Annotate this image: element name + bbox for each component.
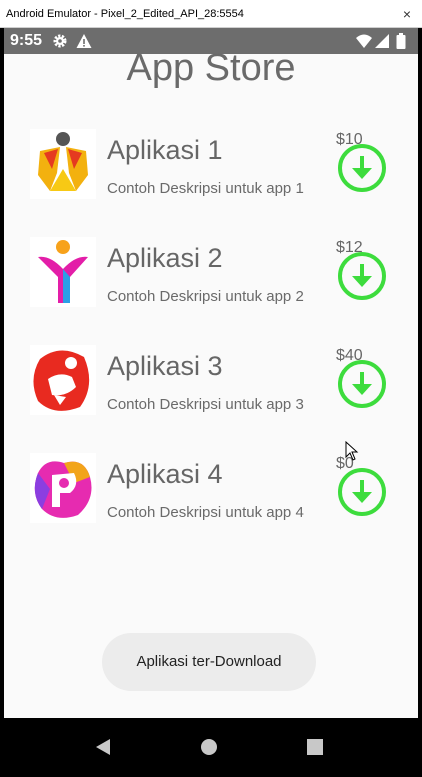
toast-message: Aplikasi ter-Download xyxy=(102,633,316,691)
app-description: Contoh Deskripsi untuk app 4 xyxy=(107,504,304,521)
download-button[interactable] xyxy=(337,251,387,301)
app-name: Aplikasi 2 xyxy=(107,243,223,273)
home-icon[interactable] xyxy=(200,738,218,756)
list-item[interactable]: Aplikasi 4 Contoh Deskripsi untuk app 4 … xyxy=(4,453,418,553)
recents-icon[interactable] xyxy=(306,738,324,756)
app-name: Aplikasi 3 xyxy=(107,351,223,381)
list-item[interactable]: Aplikasi 3 Contoh Deskripsi untuk app 3 … xyxy=(4,345,418,445)
download-icon xyxy=(338,468,386,516)
download-icon xyxy=(338,360,386,408)
app-4-logo xyxy=(30,453,96,523)
app-name: Aplikasi 4 xyxy=(107,459,223,489)
list-item[interactable]: Aplikasi 2 Contoh Deskripsi untuk app 2 … xyxy=(4,237,418,337)
download-button[interactable] xyxy=(337,359,387,409)
mouse-cursor-icon xyxy=(345,440,359,461)
download-button[interactable] xyxy=(337,467,387,517)
emulator-title-bar: Android Emulator - Pixel_2_Edited_API_28… xyxy=(0,0,422,28)
app-description: Contoh Deskripsi untuk app 1 xyxy=(107,180,304,197)
close-icon[interactable]: × xyxy=(398,0,416,28)
emulator-frame: Android Emulator - Pixel_2_Edited_API_28… xyxy=(0,0,422,777)
navigation-bar xyxy=(0,718,422,777)
app-2-logo xyxy=(30,237,96,307)
device-screen: 9:55 App Store Aplikasi 1 Contoh Deskrip… xyxy=(4,28,418,718)
app-description: Contoh Deskripsi untuk app 3 xyxy=(107,396,304,413)
download-icon xyxy=(338,144,386,192)
emulator-title: Android Emulator - Pixel_2_Edited_API_28… xyxy=(6,8,244,20)
app-3-logo xyxy=(30,345,96,415)
download-button[interactable] xyxy=(337,143,387,193)
back-icon[interactable] xyxy=(94,738,112,756)
app-name: Aplikasi 1 xyxy=(107,135,223,165)
download-icon xyxy=(338,252,386,300)
app-description: Contoh Deskripsi untuk app 2 xyxy=(107,288,304,305)
page-title: App Store xyxy=(126,47,296,89)
app-1-logo xyxy=(30,129,96,199)
list-item[interactable]: Aplikasi 1 Contoh Deskripsi untuk app 1 … xyxy=(4,129,418,229)
